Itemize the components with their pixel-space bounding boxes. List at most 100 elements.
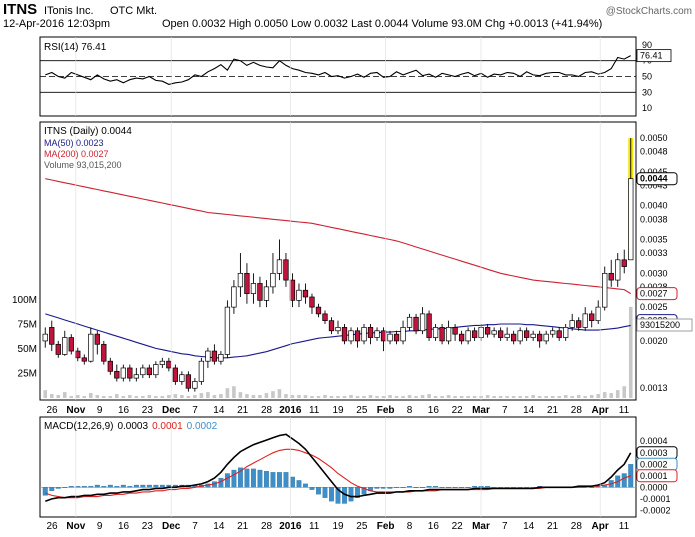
volume-bar [368,395,373,398]
volume-bar [108,396,113,398]
macd-histogram-bar [94,484,100,488]
volume-bar [628,306,633,398]
rsi-current-label: 76.41 [640,51,663,61]
stockcharts-chart: ITNS ITonis Inc. OTC Mkt. 12-Apr-2016 12… [0,0,695,537]
candle-up [270,272,276,288]
candle-down [146,367,152,376]
volume-bar [271,391,275,398]
ma200-legend: MA(200) 0.0027 [44,149,109,159]
macd-histogram-bar [120,484,126,488]
candle-up [628,178,634,261]
price-x-label: Feb [377,405,395,416]
macd-histogram-bar [68,486,74,488]
volume-bar [349,395,353,398]
volume-bar [225,388,230,398]
header-datetime: 12-Apr-2016 12:03pm [3,18,110,30]
macd-tick-label: -0.0001 [640,494,671,504]
macd-x-label: 9 [97,521,103,532]
candle-up [205,350,211,362]
candle-down [127,367,133,379]
ma50-legend: MA(50) 0.0023 [44,138,104,148]
price-x-label: 19 [332,405,344,416]
candle-up [543,333,549,342]
price-layer: 0.00500.00480.00450.00430.00400.00380.00… [12,133,693,416]
candle-down [315,306,322,315]
macd-histogram-bar [231,469,237,488]
volume-bar [342,396,347,398]
candle-down [576,320,582,328]
volume-bar [297,395,301,398]
macd-histogram-bar [250,468,256,488]
exchange-name: OTC Mkt. [110,5,157,17]
macd-histogram-bar [49,487,55,491]
candle-up [237,272,244,288]
candle-up [198,360,205,382]
volume-bar [160,396,165,398]
price-x-label: 28 [261,405,273,416]
volume-bar [570,396,574,398]
macd-hist-current-label: 0.0002 [640,459,668,469]
volume-bar [186,396,191,398]
macd-histogram-bar [329,487,334,502]
candle-up [595,306,601,321]
volume-bar [284,394,288,398]
watermark: @StockCharts.com [606,6,692,17]
price-x-label: 2016 [279,405,302,416]
volume-bar [258,395,262,398]
candle-down [380,330,387,342]
macd-histogram-bar [446,487,452,488]
price-x-label: Dec [162,405,181,416]
macd-x-label: 16 [118,521,130,532]
volume-bar [401,396,405,398]
candle-down [75,350,81,359]
candle-down [537,333,543,342]
volume-bar [43,390,48,398]
price-x-label: 26 [46,405,58,416]
volume-bar [394,396,399,398]
volume-bar [128,395,132,398]
candle-down [283,259,289,281]
candle-down [452,327,458,335]
company-name: ITonis Inc. [44,5,94,17]
volume-bar [49,394,54,398]
macd-histogram-bar [133,484,139,488]
volume-bar [602,392,607,398]
volume-bar [576,395,581,398]
last-price-label: 0.0044 [640,174,668,184]
candle-up [419,313,426,332]
macd-x-label: 19 [332,521,344,532]
volume-bar [75,395,80,398]
candle-up [140,367,146,376]
candle-down [172,367,179,382]
volume-bar [537,396,542,398]
candle-up [218,354,224,362]
candle-down [354,330,361,342]
header-quote-line: Open 0.0032 High 0.0050 Low 0.0032 Last … [162,18,602,30]
volume-bar [102,396,106,398]
macd-histogram-bar [407,486,413,488]
candle-down [114,370,120,379]
macd-histogram-bar [296,480,302,488]
volume-bar [550,396,555,398]
volume-bar [557,396,561,398]
candle-down [484,327,491,335]
candle-up [159,360,166,365]
macd-histogram-bar [433,486,439,488]
candle-down [341,327,348,342]
volume-bar [420,395,425,398]
candle-up [400,327,406,342]
candle-up [179,374,185,382]
volume-bar [238,392,243,398]
macd-histogram-bar [62,487,68,488]
macd-x-label: 8 [407,521,413,532]
candle-down [367,327,374,338]
candle-up [530,333,536,338]
candle-up [276,259,283,274]
macd-histogram-bar [452,487,458,488]
price-x-label: Apr [592,405,609,416]
volume-bar [62,392,67,398]
candle-down [257,283,263,301]
macd-histogram-bar [153,484,159,488]
macd-histogram-bar [472,486,478,488]
candle-down [55,343,61,355]
